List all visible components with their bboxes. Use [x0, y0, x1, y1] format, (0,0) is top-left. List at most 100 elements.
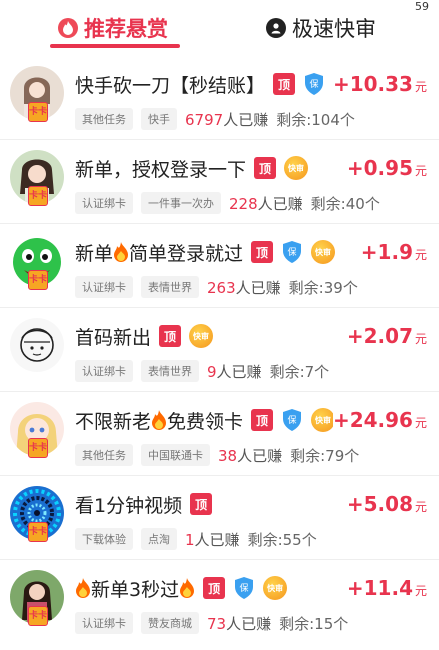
top-badge: 顶: [273, 73, 296, 95]
earned-count: 1人已赚: [185, 530, 240, 549]
reward-price: +11.4 元: [346, 576, 427, 600]
reward-price: +10.33 元: [332, 72, 427, 96]
reward-price: +1.9 元: [360, 240, 427, 264]
title-row: 不限新老 免费领卡 顶 保 快审: [75, 406, 336, 434]
tab-recommended-rewards[interactable]: 推荐悬赏: [58, 12, 168, 44]
top-badge: 顶: [190, 493, 213, 515]
tab-label: 推荐悬赏: [84, 17, 168, 41]
task-title: 看1分钟视频: [75, 494, 183, 517]
remaining-count: 剩余:7个: [269, 362, 330, 381]
remaining-count: 剩余:15个: [279, 614, 349, 633]
top-badge: 顶: [251, 409, 274, 431]
list-item[interactable]: 卡卡 新单，授权登录一下 顶 快审 +0.95 元 认证绑卡 一件事一次办 228…: [0, 140, 439, 224]
meta-row: 下载体验 点淘 1人已赚 剩余:55个: [75, 528, 317, 550]
task-tag: 快手: [141, 108, 177, 130]
shield-icon: 保: [303, 72, 325, 96]
fast-review-badge: 快审: [263, 576, 288, 600]
task-tag: 其他任务: [75, 108, 133, 130]
title-row: 新单，授权登录一下 顶 快审: [75, 154, 309, 182]
title-row: 快手砍一刀【秒结账】 顶 保 快审: [75, 70, 358, 98]
task-tag: 中国联通卡: [141, 444, 210, 466]
remaining-count: 剩余:104个: [276, 110, 355, 129]
task-tag: 其他任务: [75, 444, 133, 466]
shield-icon: 保: [281, 408, 303, 432]
svg-text:保: 保: [288, 414, 297, 426]
reward-price: +24.96 元: [332, 408, 427, 432]
task-title: 不限新老 免费领卡: [75, 410, 244, 433]
list-item[interactable]: 卡卡 新单3秒过 顶 保 快审 +11.4 元 认证绑卡 赞友商城 73人已赚 剩…: [0, 560, 439, 644]
earned-count: 38人已赚: [218, 446, 283, 465]
fast-review-badge: 快审: [284, 156, 309, 180]
meta-row: 认证绑卡 表情世界 9人已赚 剩余:7个: [75, 360, 329, 382]
task-tag: 认证绑卡: [75, 612, 133, 634]
earned-count: 263人已赚: [207, 278, 281, 297]
remaining-count: 剩余:40个: [310, 194, 380, 213]
meta-row: 认证绑卡 一件事一次办 228人已赚 剩余:40个: [75, 192, 380, 214]
top-badge: 顶: [203, 577, 226, 599]
tab-label: 极速快审: [292, 17, 376, 41]
task-tag: 表情世界: [141, 276, 199, 298]
meta-row: 认证绑卡 赞友商城 73人已赚 剩余:15个: [75, 612, 348, 634]
list-item[interactable]: 卡卡 看1分钟视频 顶 +5.08 元 下载体验 点淘 1人已赚 剩余:55个: [0, 476, 439, 560]
meta-row: 认证绑卡 表情世界 263人已赚 剩余:39个: [75, 276, 358, 298]
flame-icon: [180, 578, 195, 598]
top-badge: 顶: [254, 157, 277, 179]
task-title: 新单3秒过: [75, 575, 195, 602]
svg-text:保: 保: [288, 246, 297, 258]
task-title: 首码新出: [75, 326, 152, 349]
avatar-tag-icon: 卡卡: [28, 606, 48, 626]
remaining-count: 剩余:39个: [288, 278, 358, 297]
remaining-count: 剩余:55个: [247, 530, 317, 549]
top-badge: 顶: [251, 241, 274, 263]
meta-row: 其他任务 快手 6797人已赚 剩余:104个: [75, 108, 355, 130]
task-title: 新单 简单登录就过: [75, 242, 244, 265]
list-item[interactable]: 卡卡 新单 简单登录就过 顶 保 快审 +1.9 元 认证绑卡 表情世界 263人…: [0, 224, 439, 308]
svg-text:保: 保: [240, 582, 249, 594]
reward-price: +2.07 元: [346, 324, 427, 348]
fast-review-badge: 快审: [189, 324, 214, 348]
title-row: 新单3秒过 顶 保 快审: [75, 574, 288, 602]
flame-icon: [152, 410, 167, 430]
remaining-count: 剩余:79个: [290, 446, 360, 465]
list-item[interactable]: 首码新出 顶 快审 +2.07 元 认证绑卡 表情世界 9人已赚 剩余:7个: [0, 308, 439, 392]
task-tag: 认证绑卡: [75, 276, 133, 298]
active-tab-indicator: [50, 44, 180, 48]
task-tag: 认证绑卡: [75, 360, 133, 382]
status-number: 59: [415, 0, 429, 13]
list-item[interactable]: 卡卡 快手砍一刀【秒结账】 顶 保 快审 +10.33元 其他任务 快手 679…: [0, 56, 439, 140]
task-tag: 一件事一次办: [141, 192, 221, 214]
title-row: 看1分钟视频 顶: [75, 490, 213, 518]
user-icon: [266, 18, 286, 38]
top-badge: 顶: [159, 325, 182, 347]
meta-row: 其他任务 中国联通卡 38人已赚 剩余:79个: [75, 444, 359, 466]
avatar-tag-icon: 卡卡: [28, 186, 48, 206]
task-tag: 点淘: [141, 528, 177, 550]
task-tag: 赞友商城: [141, 612, 199, 634]
title-row: 新单 简单登录就过 顶 保 快审: [75, 238, 336, 266]
task-tag: 下载体验: [75, 528, 133, 550]
avatar-tag-icon: 卡卡: [28, 270, 48, 290]
svg-text:保: 保: [310, 78, 319, 90]
title-row: 首码新出 顶 快审: [75, 322, 214, 350]
earned-count: 9人已赚: [207, 362, 262, 381]
fast-review-badge: 快审: [311, 408, 336, 432]
task-tag: 认证绑卡: [75, 192, 133, 214]
earned-count: 6797人已赚: [185, 110, 269, 129]
avatar-tag-icon: 卡卡: [28, 102, 48, 122]
flame-icon: [76, 578, 90, 598]
list-item[interactable]: 卡卡 不限新老 免费领卡 顶 保 快审 +24.96 元 其他任务 中国联通卡 3…: [0, 392, 439, 476]
earned-count: 228人已赚: [229, 194, 303, 213]
task-list: 卡卡 快手砍一刀【秒结账】 顶 保 快审 +10.33元 其他任务 快手 679…: [0, 56, 439, 644]
flame-icon: [114, 242, 129, 262]
shield-icon: 保: [281, 240, 303, 264]
reward-price: +0.95 元: [346, 156, 427, 180]
task-title: 新单，授权登录一下: [75, 158, 247, 181]
avatar-tag-icon: 卡卡: [28, 438, 48, 458]
reward-price: +5.08 元: [346, 492, 427, 516]
tab-fast-review[interactable]: 极速快审: [266, 12, 376, 44]
top-tab-bar: 59 推荐悬赏 极速快审: [0, 0, 439, 56]
earned-count: 73人已赚: [207, 614, 272, 633]
fire-icon: [58, 18, 78, 38]
task-title: 快手砍一刀【秒结账】: [75, 74, 266, 97]
avatar: [10, 318, 64, 372]
